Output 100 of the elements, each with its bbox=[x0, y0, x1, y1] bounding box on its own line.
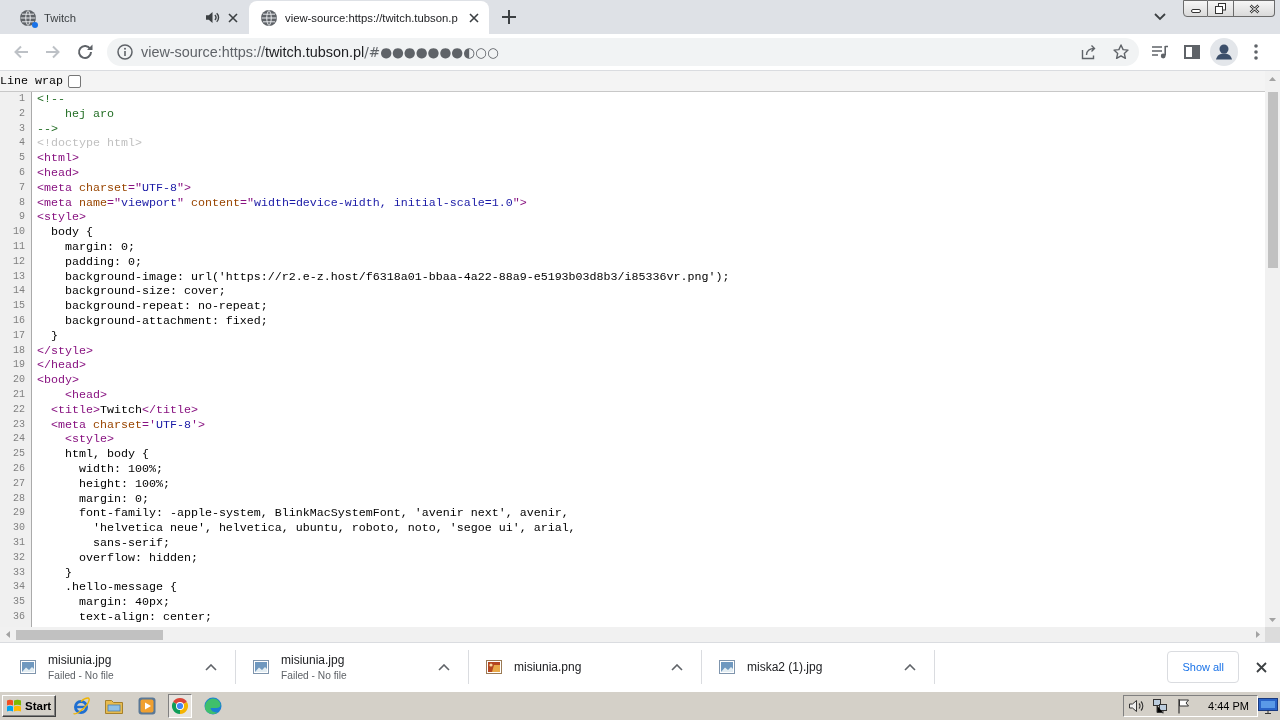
line-number: 27 bbox=[13, 476, 25, 491]
line-number: 33 bbox=[13, 565, 25, 580]
line-number: 19 bbox=[13, 358, 25, 373]
line-number: 7 bbox=[19, 180, 25, 195]
desktop-icon[interactable] bbox=[1258, 698, 1278, 714]
code-line: <style> bbox=[37, 210, 86, 226]
line-number: 22 bbox=[13, 402, 25, 417]
close-window-button[interactable] bbox=[1234, 0, 1275, 17]
line-number: 3 bbox=[19, 121, 25, 136]
line-number: 32 bbox=[13, 550, 25, 565]
code-line: width: 100%; bbox=[79, 461, 163, 477]
start-button[interactable]: Start bbox=[2, 695, 57, 717]
code-line: html, body { bbox=[65, 447, 149, 462]
tab[interactable]: Twitch bbox=[8, 1, 248, 34]
code-line: <meta charset="UTF-8"> bbox=[37, 180, 191, 196]
menu-icon[interactable] bbox=[1254, 44, 1258, 60]
speaker-icon[interactable] bbox=[1128, 698, 1145, 714]
code-line: body { bbox=[51, 225, 93, 240]
line-number: 25 bbox=[13, 447, 25, 462]
line-number: 11 bbox=[13, 239, 25, 254]
code-line: <style> bbox=[65, 432, 114, 448]
reload-icon[interactable] bbox=[77, 44, 93, 60]
scrollbar-thumb[interactable] bbox=[16, 629, 163, 640]
chevron-down-icon[interactable] bbox=[1154, 13, 1166, 21]
round-browser-icon[interactable] bbox=[167, 694, 192, 718]
code-line: <head> bbox=[37, 166, 79, 181]
speaker-icon[interactable] bbox=[205, 11, 220, 24]
vertical-scrollbar[interactable] bbox=[1265, 71, 1280, 627]
line-number: 26 bbox=[13, 461, 25, 476]
url-text: view-source:https://twitch.tubson.pl/#●●●●●●●◐○○ bbox=[141, 44, 499, 60]
info-icon[interactable] bbox=[117, 44, 133, 60]
landscape-image-icon bbox=[719, 660, 735, 674]
horizontal-scrollbar[interactable] bbox=[0, 627, 1265, 642]
code-line: background-attachment: fixed; bbox=[65, 313, 268, 329]
line-number: 17 bbox=[13, 328, 25, 343]
landscape-image-icon bbox=[253, 660, 269, 674]
code-line: .hello-message { bbox=[65, 580, 177, 596]
code-line: <!-- bbox=[37, 92, 65, 107]
line-number: 31 bbox=[13, 535, 25, 550]
line-number: 18 bbox=[13, 343, 25, 358]
close-icon[interactable] bbox=[228, 12, 238, 23]
share-icon[interactable] bbox=[1081, 44, 1097, 60]
code-line: --> bbox=[37, 121, 58, 137]
tab[interactable]: view-source:https://twitch.tubson.p bbox=[249, 1, 489, 34]
caret-up-icon[interactable] bbox=[904, 663, 916, 671]
close-icon bbox=[1248, 3, 1260, 14]
code-line: 'helvetica neue', helvetica, ubuntu, roboto, noto, 'segoe ui', arial, bbox=[92, 521, 576, 536]
line-number: 36 bbox=[13, 609, 25, 624]
clock-text: 4:44 PM bbox=[1208, 700, 1249, 712]
line-number: 16 bbox=[13, 313, 25, 328]
media-player-icon[interactable] bbox=[137, 697, 156, 715]
line-number: 10 bbox=[13, 225, 25, 240]
globe-icon bbox=[20, 9, 36, 26]
caret-up-icon[interactable] bbox=[205, 663, 217, 671]
e-browser-icon[interactable] bbox=[71, 697, 90, 715]
scrollbar-thumb[interactable] bbox=[1267, 92, 1278, 268]
line-number: 34 bbox=[13, 580, 25, 595]
download-status: Failed - No file bbox=[281, 670, 347, 681]
star-icon[interactable] bbox=[1113, 44, 1129, 60]
code-line: </style> bbox=[37, 343, 93, 359]
wave-browser-icon[interactable] bbox=[203, 697, 222, 715]
file-name: miska2 (1).jpg bbox=[747, 660, 823, 674]
address-bar[interactable]: view-source:https://twitch.tubson.pl/#●●●●●●●◐○○ bbox=[107, 38, 1139, 66]
avatar-icon[interactable] bbox=[1210, 38, 1238, 66]
network-icon[interactable] bbox=[1152, 698, 1169, 714]
code-line: <head> bbox=[65, 387, 107, 403]
line-number: 8 bbox=[19, 195, 25, 210]
caret-up-icon[interactable] bbox=[671, 663, 683, 671]
side-panel-icon[interactable] bbox=[1184, 45, 1200, 59]
code-line: <meta charset='UTF-8'> bbox=[51, 417, 205, 433]
close-icon[interactable] bbox=[469, 12, 479, 23]
code-line: font-family: -apple-system, BlinkMacSystemFont, 'avenir next', avenir, bbox=[79, 506, 569, 522]
line-number: 1 bbox=[19, 92, 25, 106]
show-all-button[interactable]: Show all bbox=[1167, 651, 1239, 683]
code-line: background-size: cover; bbox=[65, 284, 226, 300]
close-icon[interactable] bbox=[1256, 661, 1267, 673]
code-line: } bbox=[65, 565, 72, 581]
line-number: 35 bbox=[13, 595, 25, 610]
line-number: 29 bbox=[13, 506, 25, 521]
line-number: 6 bbox=[19, 166, 25, 180]
line-number: 5 bbox=[19, 151, 25, 166]
code-line: <!doctype html> bbox=[37, 136, 142, 152]
plus-icon[interactable] bbox=[502, 10, 516, 24]
music-list-icon[interactable] bbox=[1152, 45, 1168, 59]
caret-up-icon[interactable] bbox=[438, 663, 450, 671]
code-line: hej aro bbox=[65, 106, 114, 122]
restore-button[interactable] bbox=[1208, 0, 1234, 17]
code-line: padding: 0; bbox=[65, 254, 142, 270]
landscape-image-icon bbox=[20, 660, 36, 674]
line-number: 20 bbox=[13, 373, 25, 388]
line-wrap-checkbox[interactable] bbox=[67, 74, 81, 88]
line-number: 28 bbox=[13, 491, 25, 506]
code-line: margin: 40px; bbox=[79, 595, 170, 610]
line-number: 13 bbox=[13, 269, 25, 284]
line-number: 30 bbox=[13, 521, 25, 536]
minimize-button[interactable] bbox=[1183, 0, 1208, 17]
code-line: sans-serif; bbox=[92, 535, 170, 551]
line-number: 4 bbox=[19, 136, 25, 151]
code-line: </head> bbox=[37, 358, 86, 374]
file-name: misiunia.jpg bbox=[281, 653, 346, 667]
